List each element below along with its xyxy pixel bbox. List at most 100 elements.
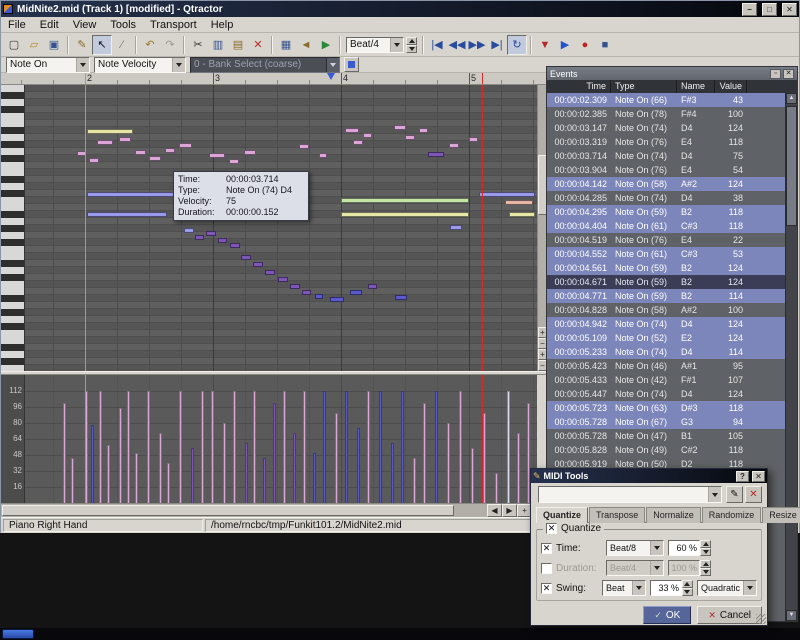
velocity-bar[interactable] (135, 453, 138, 503)
velocity-bar[interactable] (91, 425, 94, 503)
menu-file[interactable]: File (1, 18, 33, 32)
midi-note[interactable] (290, 284, 300, 289)
velocity-bar[interactable] (191, 448, 194, 503)
midi-note[interactable] (265, 270, 275, 275)
menu-tools[interactable]: Tools (103, 18, 143, 32)
velocity-bar[interactable] (391, 443, 394, 503)
column-header-time[interactable]: Time (547, 80, 611, 93)
midi-note[interactable] (330, 297, 344, 302)
menu-help[interactable]: Help (204, 18, 241, 32)
velocity-bar[interactable] (107, 445, 110, 503)
transport-end-button[interactable]: ▶| (487, 35, 507, 55)
event-row[interactable]: 00:00:05.728Note On (67)G394 (547, 415, 785, 429)
midi-note[interactable] (319, 153, 327, 158)
quantize-checkbox[interactable]: ✕ (546, 523, 557, 534)
midi-note[interactable] (419, 128, 428, 133)
midi-note[interactable] (368, 284, 377, 289)
midi-note[interactable] (229, 159, 239, 164)
velocity-bar[interactable] (367, 391, 370, 503)
midi-note[interactable] (341, 212, 469, 217)
horizontal-scrollbar-thumb[interactable] (2, 505, 454, 516)
midi-note[interactable] (509, 212, 535, 217)
velocity-bar[interactable] (507, 391, 510, 503)
midi-note[interactable] (149, 156, 161, 161)
tool-select-button[interactable]: ↖ (92, 35, 112, 55)
save-file-button[interactable]: ▣ (44, 35, 64, 55)
column-header-name[interactable]: Name (677, 80, 715, 93)
delete-button[interactable]: ✕ (248, 35, 268, 55)
preview-notes-button[interactable]: ▶ (316, 35, 336, 55)
midi-note[interactable] (165, 148, 175, 153)
midi-note[interactable] (405, 135, 415, 140)
velocity-bar[interactable] (345, 391, 348, 503)
piano-roll-canvas[interactable]: Time:00:00:03.714 Type:Note On (74) D4 V… (25, 85, 537, 371)
midi-note[interactable] (350, 290, 362, 295)
duration-percent-spin[interactable]: 100 % (668, 560, 711, 576)
event-row[interactable]: 00:00:03.147Note On (74)D4124 (547, 121, 785, 135)
event-row[interactable]: 00:00:05.233Note On (74)D4114 (547, 345, 785, 359)
event-row[interactable]: 00:00:04.552Note On (61)C#353 (547, 247, 785, 261)
velocity-bar[interactable] (71, 458, 74, 503)
midi-note[interactable] (469, 137, 478, 142)
velocity-bar[interactable] (263, 458, 266, 503)
swing-percent-spin[interactable]: 33 % (650, 580, 693, 596)
midi-note[interactable] (184, 228, 194, 233)
event-row[interactable]: 00:00:03.319Note On (76)E4118 (547, 135, 785, 149)
time-percent-spin[interactable]: 60 % (668, 540, 711, 556)
open-file-button[interactable]: ▱ (24, 35, 44, 55)
velocity-bar[interactable] (335, 413, 338, 503)
time-ruler[interactable]: 2345 (1, 73, 547, 85)
redo-button[interactable]: ↷ (160, 35, 180, 55)
velocity-bar[interactable] (303, 391, 306, 503)
event-row[interactable]: 00:00:04.295Note On (59)B2118 (547, 205, 785, 219)
midi-note[interactable] (87, 129, 133, 134)
swing-type-combo[interactable]: Quadratic (697, 580, 757, 596)
events-header[interactable]: Time Type Name Value (547, 80, 797, 93)
midi-note[interactable] (253, 262, 263, 267)
event-row[interactable]: 00:00:02.385Note On (78)F#4100 (547, 107, 785, 121)
events-scrollbar[interactable]: ▲ ▼ (785, 93, 797, 621)
velocity-bar[interactable] (423, 403, 426, 503)
time-checkbox[interactable]: ✕ (541, 543, 552, 554)
paste-button[interactable]: ▤ (228, 35, 248, 55)
velocity-bar[interactable] (357, 428, 360, 503)
minimize-button[interactable]: − (742, 3, 757, 16)
dialog-help-button[interactable]: ? (736, 471, 749, 482)
event-row[interactable]: 00:00:05.447Note On (74)D4124 (547, 387, 785, 401)
ok-button[interactable]: ✓ OK (643, 606, 691, 624)
events-scrollbar-track[interactable] (786, 104, 797, 610)
midi-note[interactable] (241, 255, 251, 260)
midi-note[interactable] (218, 238, 227, 243)
dialog-close-button[interactable]: ✕ (752, 471, 765, 482)
midi-note[interactable] (299, 144, 309, 149)
duration-checkbox[interactable] (541, 563, 552, 574)
velocity-bar[interactable] (119, 408, 122, 503)
velocity-bar[interactable] (313, 453, 316, 503)
event-row[interactable]: 00:00:04.561Note On (59)B2124 (547, 261, 785, 275)
midi-note[interactable] (345, 128, 359, 133)
midi-note[interactable] (87, 192, 187, 197)
velocity-bar[interactable] (293, 433, 296, 503)
event-row[interactable]: 00:00:04.771Note On (59)B2114 (547, 289, 785, 303)
midi-note[interactable] (87, 212, 167, 217)
midi-note[interactable] (302, 290, 311, 295)
event-row[interactable]: 00:00:05.723Note On (63)D#3118 (547, 401, 785, 415)
midi-note[interactable] (97, 140, 113, 145)
velocity-lane[interactable] (25, 375, 537, 503)
window-titlebar[interactable]: MidNite2.mid (Track 1) [modified] - Qtra… (1, 1, 799, 17)
midi-note[interactable] (449, 143, 459, 148)
midi-note[interactable] (505, 200, 533, 205)
midi-note[interactable] (428, 152, 444, 157)
velocity-bar[interactable] (147, 391, 150, 503)
velocity-bar[interactable] (99, 391, 102, 503)
velocity-bar[interactable] (127, 391, 130, 503)
midi-note[interactable] (89, 158, 99, 163)
menu-view[interactable]: View (66, 18, 104, 32)
tab-randomize[interactable]: Randomize (702, 507, 762, 523)
tab-normalize[interactable]: Normalize (646, 507, 701, 523)
cut-button[interactable]: ✂ (188, 35, 208, 55)
events-close-button[interactable]: ✕ (783, 69, 794, 79)
column-header-type[interactable]: Type (611, 80, 677, 93)
menu-transport[interactable]: Transport (143, 18, 204, 32)
close-button[interactable]: ✕ (782, 3, 797, 16)
